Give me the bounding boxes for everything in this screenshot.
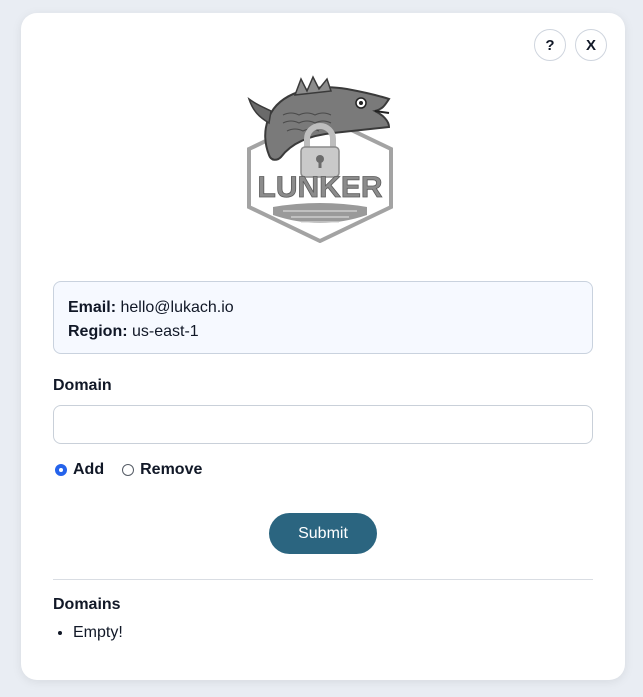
radio-add-control[interactable] [55,464,67,476]
help-button[interactable]: ? [534,29,566,61]
email-value: hello@lukach.io [120,299,234,316]
lunker-logo: LUNKER [247,75,393,243]
domain-label: Domain [53,377,112,394]
domain-input[interactable] [53,405,593,444]
email-label: Email: [68,299,117,316]
radio-add-label: Add [73,461,105,478]
region-line: Region: us-east-1 [68,320,578,344]
list-item: Empty! [73,623,123,643]
radio-remove[interactable]: Remove [122,461,202,479]
region-label: Region: [68,323,128,340]
close-button[interactable]: X [575,29,607,61]
logo-text: LUNKER [258,171,383,204]
radio-remove-label: Remove [140,461,203,478]
account-info-box: Email: hello@lukach.io Region: us-east-1 [53,281,593,354]
region-value: us-east-1 [132,323,199,340]
domains-title: Domains [53,596,121,613]
dialog-card: ? X LUNKER Email: hello@lukach.io Region… [21,13,625,680]
radio-remove-control[interactable] [122,464,135,476]
email-line: Email: hello@lukach.io [68,296,578,320]
radio-add[interactable]: Add [55,461,104,479]
domains-list: Empty! [53,623,123,643]
submit-button[interactable]: Submit [269,513,377,554]
action-radio-group: Add Remove [55,461,220,479]
divider [53,579,593,580]
